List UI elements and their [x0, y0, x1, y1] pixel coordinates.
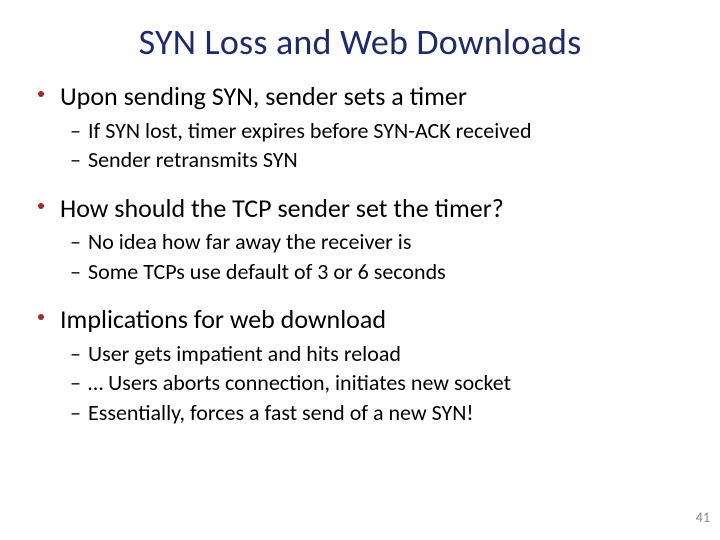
- bullet-3-sub-2-text: … Users aborts connection, initiates new…: [88, 369, 511, 396]
- bullet-2-sub-2-text: Some TCPs use default of 3 or 6 seconds: [88, 258, 446, 285]
- bullet-3: Implications for web download: [30, 303, 690, 336]
- bullet-1-text: Upon sending SYN, sender sets a timer: [60, 80, 467, 112]
- dash-icon: –: [70, 117, 81, 145]
- bullet-1-sub-1: – If SYN lost, timer expires before SYN-…: [30, 117, 690, 145]
- bullet-3-sub-3-text: Essentially, forces a fast send of a new…: [88, 399, 474, 426]
- bullet-1: Upon sending SYN, sender sets a timer: [30, 80, 690, 113]
- bullet-3-sub-1: – User gets impatient and hits reload: [30, 340, 690, 368]
- bullet-3-text: Implications for web download: [60, 303, 386, 335]
- bullet-2-sub-2: – Some TCPs use default of 3 or 6 second…: [30, 258, 690, 286]
- dash-icon: –: [70, 399, 81, 427]
- bullet-2-text: How should the TCP sender set the timer?: [60, 192, 504, 224]
- bullet-2: How should the TCP sender set the timer?: [30, 192, 690, 225]
- bullet-3-sub-3: – Essentially, forces a fast send of a n…: [30, 399, 690, 427]
- dash-icon: –: [70, 258, 81, 286]
- spacer: [30, 287, 690, 297]
- spacer: [30, 176, 690, 186]
- dash-icon: –: [70, 146, 81, 174]
- dash-icon: –: [70, 340, 81, 368]
- bullet-1-sub-1-text: If SYN lost, timer expires before SYN-AC…: [88, 117, 532, 144]
- bullet-2-sub-1: – No idea how far away the receiver is: [30, 228, 690, 256]
- bullet-dot-icon: [38, 91, 44, 97]
- dash-icon: –: [70, 228, 81, 256]
- bullet-3-sub-1-text: User gets impatient and hits reload: [88, 340, 401, 367]
- slide: SYN Loss and Web Downloads Upon sending …: [0, 0, 720, 540]
- bullet-1-sub-2: – Sender retransmits SYN: [30, 146, 690, 174]
- bullet-3-sub-2: – … Users aborts connection, initiates n…: [30, 369, 690, 397]
- slide-title: SYN Loss and Web Downloads: [30, 20, 690, 64]
- bullet-dot-icon: [38, 203, 44, 209]
- bullet-2-sub-1-text: No idea how far away the receiver is: [88, 228, 411, 255]
- bullet-1-sub-2-text: Sender retransmits SYN: [88, 146, 298, 173]
- page-number: 41: [696, 509, 710, 526]
- dash-icon: –: [70, 369, 81, 397]
- bullet-dot-icon: [38, 314, 44, 320]
